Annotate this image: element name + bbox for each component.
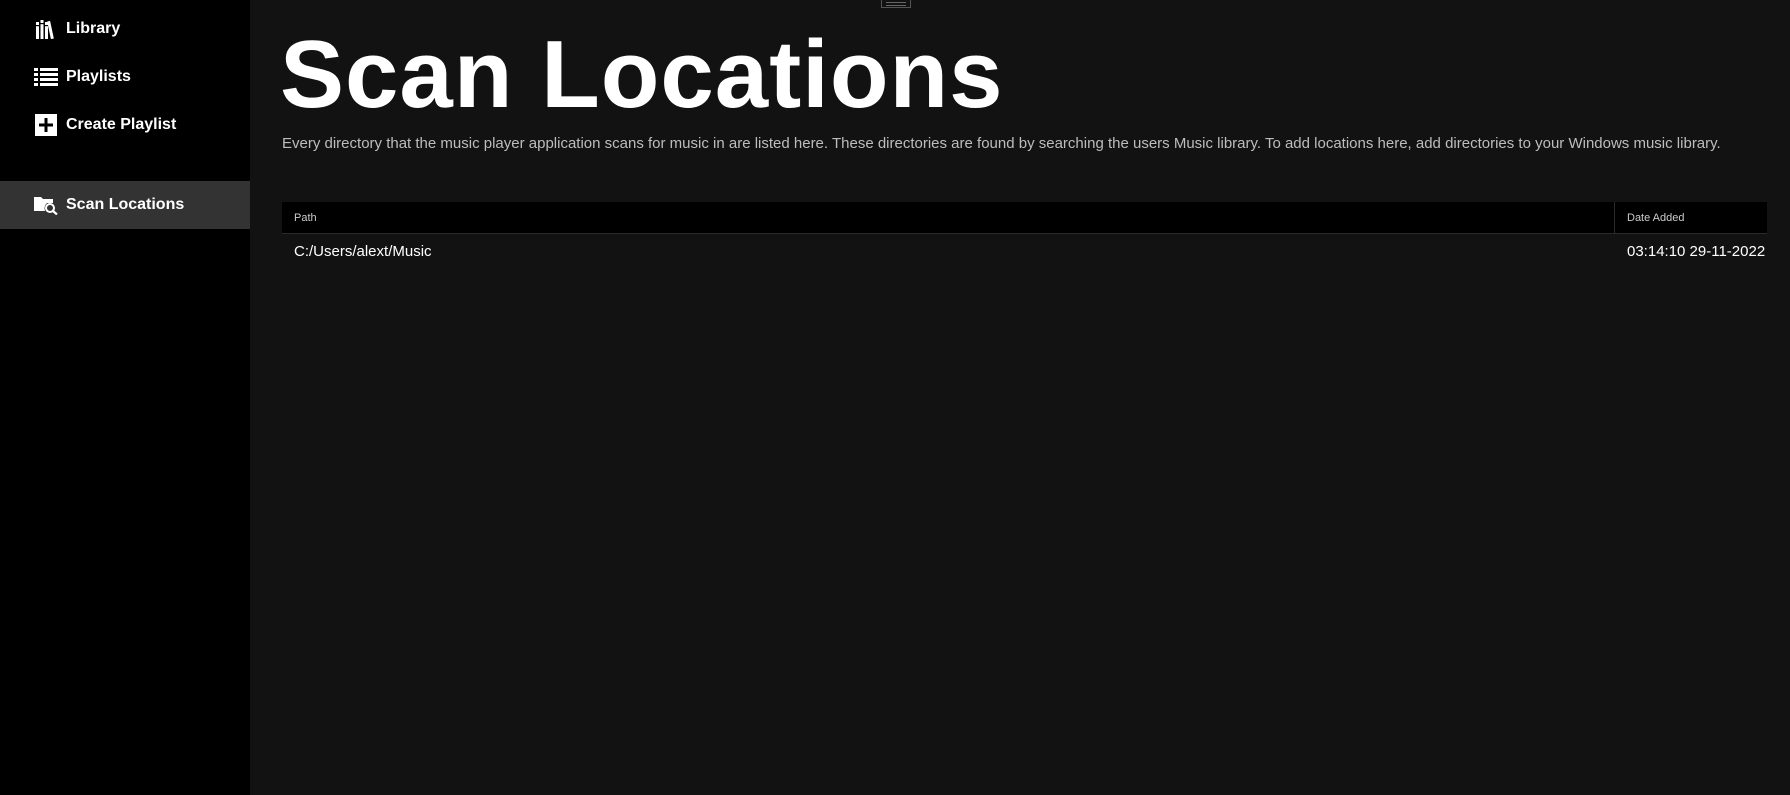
cell-path: C:/Users/alext/Music (294, 242, 432, 260)
sidebar-item-label: Scan Locations (66, 196, 185, 213)
folder-search-icon (34, 193, 58, 217)
table-header: Path Date Added (282, 202, 1767, 234)
sidebar-item-playlists[interactable]: Playlists (0, 53, 250, 101)
column-header-path[interactable]: Path (282, 202, 1615, 233)
sidebar-item-scan-locations[interactable]: Scan Locations (0, 181, 250, 229)
sidebar-item-label: Create Playlist (66, 116, 177, 133)
playlists-icon (34, 65, 58, 89)
cell-date-added: 03:14:10 29-11-2022 (1627, 242, 1766, 260)
sidebar-item-label: Playlists (66, 68, 131, 85)
scan-locations-table: Path Date Added C:/Users/alext/Music 03:… (282, 202, 1767, 268)
sidebar-item-label: Library (66, 20, 121, 37)
main-content: Scan Locations Every directory that the … (250, 0, 1790, 795)
table-row[interactable]: C:/Users/alext/Music 03:14:10 29-11-2022 (282, 234, 1767, 268)
column-header-date-added[interactable]: Date Added (1615, 202, 1767, 233)
page-description: Every directory that the music player ap… (282, 135, 1721, 152)
sidebar-item-create-playlist[interactable]: Create Playlist (0, 101, 250, 149)
app-window: Library Playlists Create Playlist Scan L… (0, 0, 1790, 795)
sidebar-item-library[interactable]: Library (0, 5, 250, 53)
library-icon (34, 17, 58, 41)
sidebar: Library Playlists Create Playlist Scan L… (0, 0, 250, 795)
add-icon (34, 113, 58, 137)
page-title: Scan Locations (280, 21, 1004, 128)
